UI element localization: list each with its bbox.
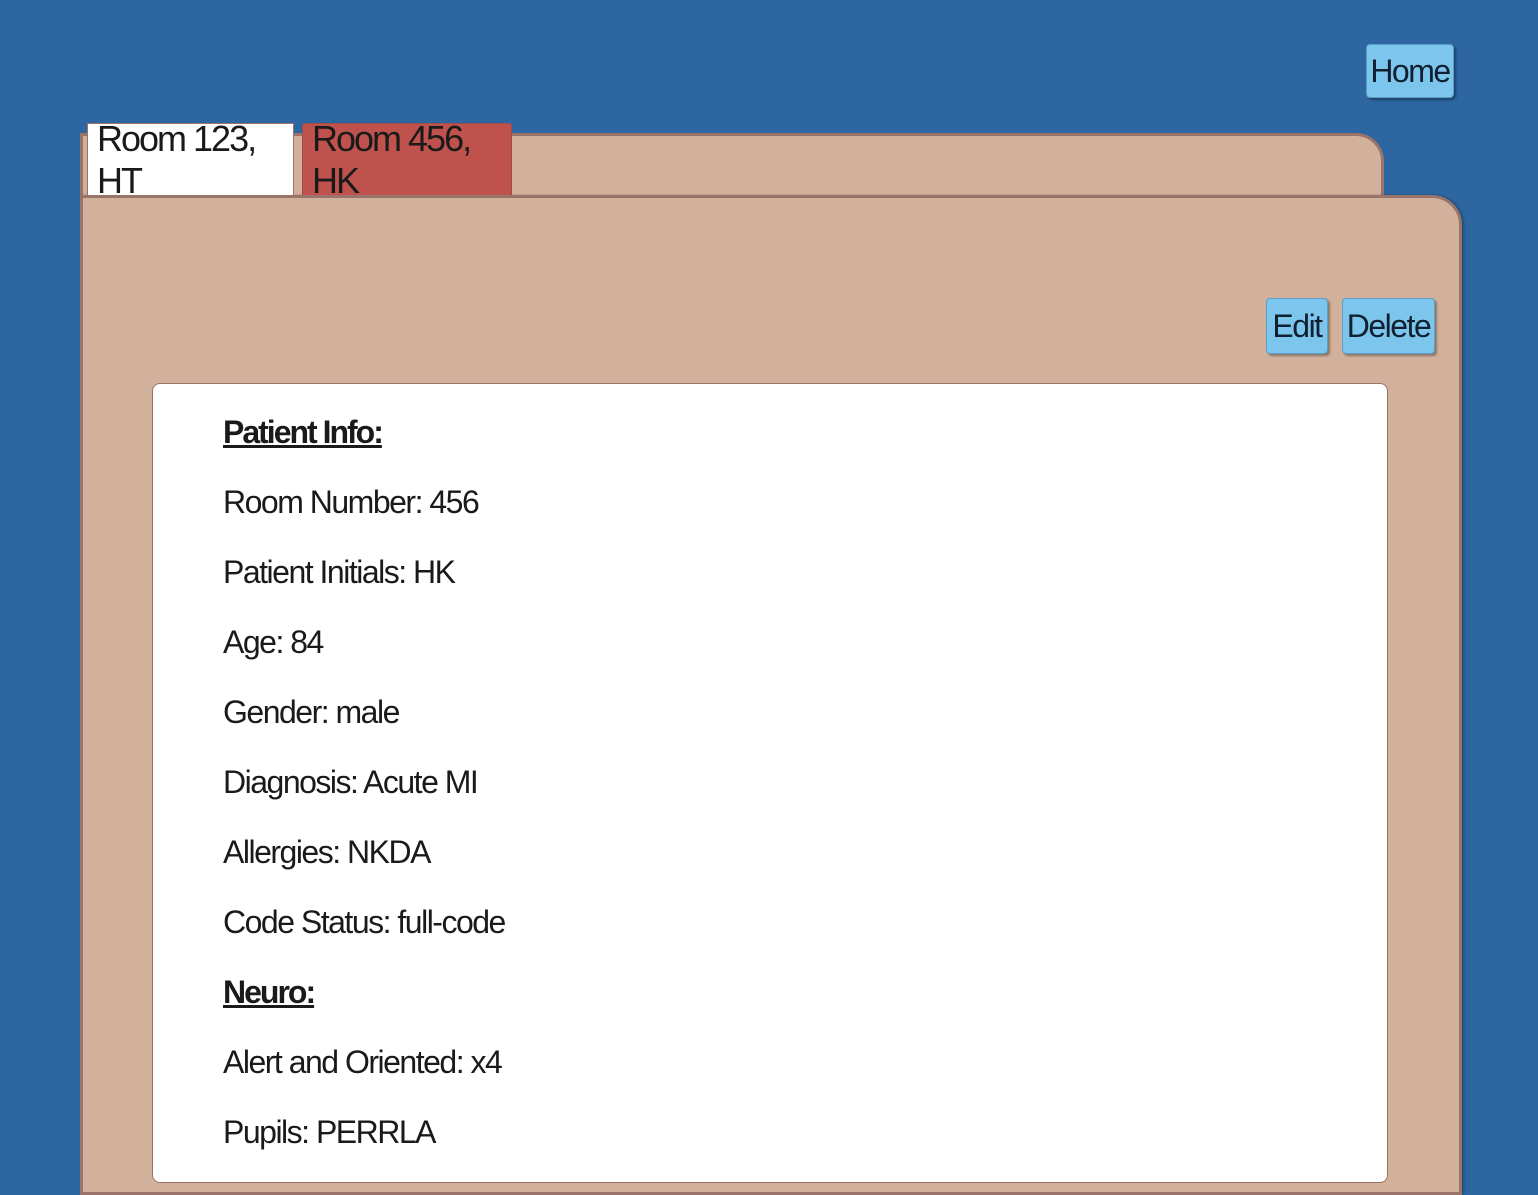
tab-room-123[interactable]: Room 123, HT — [87, 118, 294, 201]
tab-room-456[interactable]: Room 456, HK — [302, 118, 512, 201]
patient-initials-field: Patient Initials: HK — [223, 554, 456, 590]
pupils-field: Pupils: PERRLA — [223, 1114, 436, 1150]
diagnosis-field: Diagnosis: Acute MI — [223, 764, 479, 800]
home-button[interactable]: Home — [1366, 44, 1454, 98]
gender-field: Gender: male — [223, 694, 400, 730]
patient-details: Patient Info: Room Number: 456 Patient I… — [223, 408, 506, 1178]
room-number-field: Room Number: 456 — [223, 484, 480, 520]
neuro-heading: Neuro: — [223, 974, 316, 1010]
alert-oriented-field: Alert and Oriented: x4 — [223, 1044, 503, 1080]
patient-card: Patient Info: Room Number: 456 Patient I… — [152, 383, 1388, 1183]
code-status-field: Code Status: full-code — [223, 904, 506, 940]
patient-info-heading: Patient Info: — [223, 414, 384, 450]
edit-button[interactable]: Edit — [1266, 298, 1328, 354]
delete-button[interactable]: Delete — [1342, 298, 1435, 354]
age-field: Age: 84 — [223, 624, 324, 660]
allergies-field: Allergies: NKDA — [223, 834, 431, 870]
